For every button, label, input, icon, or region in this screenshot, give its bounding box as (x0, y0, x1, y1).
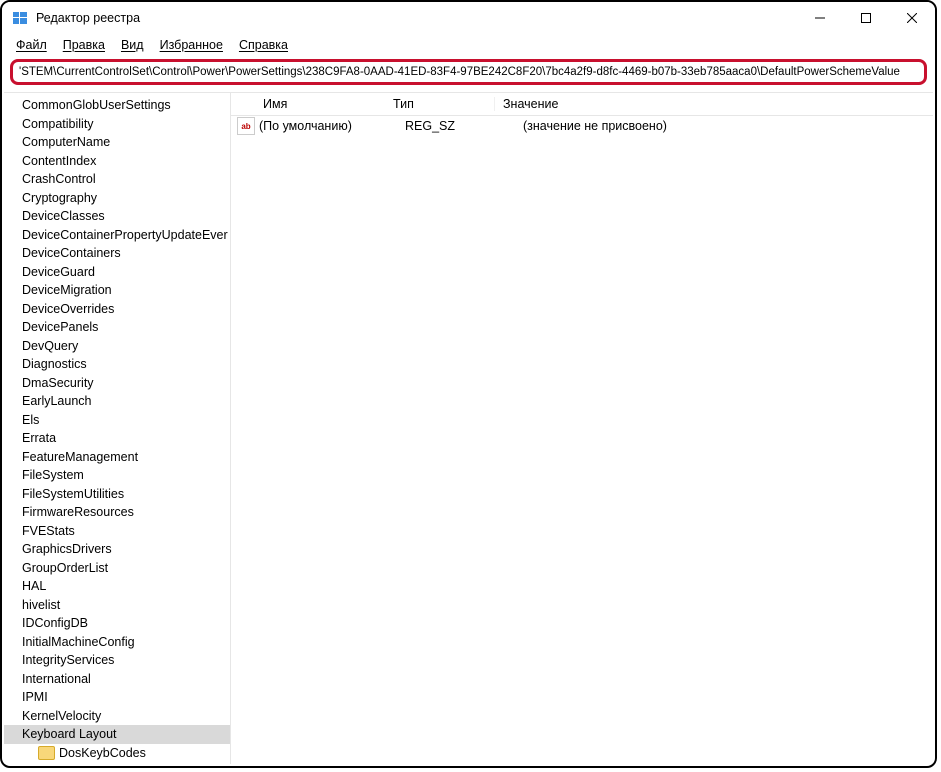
menu-favorites[interactable]: Избранное (152, 37, 231, 54)
tree-item[interactable]: FileSystem (4, 466, 230, 485)
menu-help[interactable]: Справка (231, 37, 296, 54)
tree-item[interactable]: FirmwareResources (4, 503, 230, 522)
value-row[interactable]: ab (По умолчанию)REG_SZ(значение не присв… (231, 116, 933, 136)
value-data: (значение не присвоено) (515, 119, 933, 133)
tree-item[interactable]: CommonGlobUserSettings (4, 96, 230, 115)
close-button[interactable] (889, 2, 935, 34)
menu-file[interactable]: Файл (8, 37, 55, 54)
tree-item[interactable]: GroupOrderList (4, 559, 230, 578)
tree-item[interactable]: IDConfigDB (4, 614, 230, 633)
tree-item[interactable]: DevicePanels (4, 318, 230, 337)
content: CommonGlobUserSettingsCompatibilityCompu… (4, 92, 933, 764)
window: Редактор реестра Файл Правка Вид Избранн… (0, 0, 937, 768)
address-bar[interactable]: 'STEM\CurrentControlSet\Control\Power\Po… (10, 59, 927, 85)
tree-item[interactable]: Keyboard Layout (4, 725, 230, 744)
titlebar: Редактор реестра (2, 2, 935, 34)
tree-item[interactable]: DeviceGuard (4, 263, 230, 282)
col-value[interactable]: Значение (495, 97, 933, 111)
menu-view[interactable]: Вид (113, 37, 152, 54)
tree-item[interactable]: Els (4, 411, 230, 430)
folder-icon (38, 746, 55, 760)
value-name: (По умолчанию) (259, 119, 397, 133)
window-title: Редактор реестра (36, 11, 140, 25)
minimize-button[interactable] (797, 2, 843, 34)
tree-item[interactable]: FileSystemUtilities (4, 485, 230, 504)
tree-item[interactable]: IntegrityServices (4, 651, 230, 670)
tree-item[interactable]: Compatibility (4, 115, 230, 134)
tree-item[interactable]: ContentIndex (4, 152, 230, 171)
col-name[interactable]: Имя (255, 97, 385, 111)
tree-item[interactable]: EarlyLaunch (4, 392, 230, 411)
menubar: Файл Правка Вид Избранное Справка (2, 34, 935, 56)
values-pane: Имя Тип Значение ab (По умолчанию)REG_SZ(… (231, 93, 933, 764)
tree-item[interactable]: InitialMachineConfig (4, 633, 230, 652)
tree-pane[interactable]: CommonGlobUserSettingsCompatibilityCompu… (4, 93, 231, 764)
tree-item[interactable]: Diagnostics (4, 355, 230, 374)
tree-item[interactable]: DeviceClasses (4, 207, 230, 226)
tree-item[interactable]: HAL (4, 577, 230, 596)
tree-item[interactable]: DmaSecurity (4, 374, 230, 393)
tree-item[interactable]: Errata (4, 429, 230, 448)
tree-item[interactable]: FVEStats (4, 522, 230, 541)
tree-item[interactable]: ComputerName (4, 133, 230, 152)
menu-edit[interactable]: Правка (55, 37, 113, 54)
tree-item[interactable]: IPMI (4, 688, 230, 707)
maximize-button[interactable] (843, 2, 889, 34)
app-icon (12, 10, 28, 26)
value-type: REG_SZ (397, 119, 515, 133)
string-value-icon: ab (237, 117, 255, 135)
tree-item[interactable]: DeviceContainerPropertyUpdateEver (4, 226, 230, 245)
tree-item[interactable]: GraphicsDrivers (4, 540, 230, 559)
tree-item[interactable]: DevQuery (4, 337, 230, 356)
tree-item[interactable]: hivelist (4, 596, 230, 615)
address-bar-wrap: 'STEM\CurrentControlSet\Control\Power\Po… (2, 56, 935, 90)
tree-item[interactable]: DeviceOverrides (4, 300, 230, 319)
tree-subitem-label: DosKeybCodes (59, 744, 146, 763)
tree-item[interactable]: CrashControl (4, 170, 230, 189)
tree-item[interactable]: FeatureManagement (4, 448, 230, 467)
tree-item[interactable]: International (4, 670, 230, 689)
tree-item[interactable]: DeviceMigration (4, 281, 230, 300)
tree-item[interactable]: KernelVelocity (4, 707, 230, 726)
column-headers: Имя Тип Значение (231, 93, 933, 116)
col-type[interactable]: Тип (385, 97, 495, 111)
tree-subitem[interactable]: DosKeybCodes (4, 744, 230, 763)
tree-item[interactable]: Cryptography (4, 189, 230, 208)
tree-item[interactable]: DeviceContainers (4, 244, 230, 263)
